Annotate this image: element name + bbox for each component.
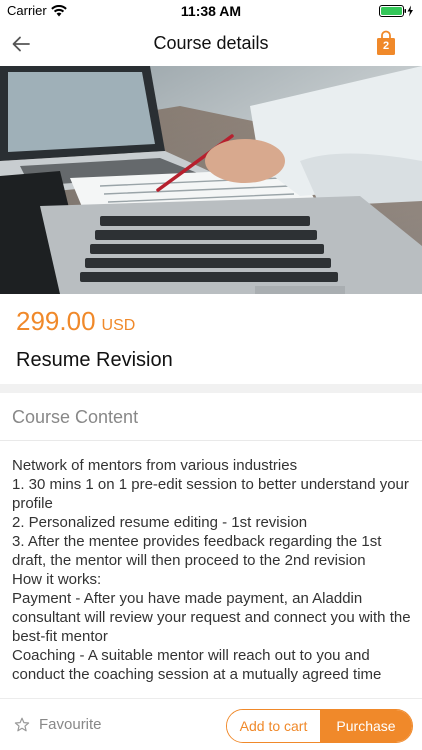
- content-line: Network of mentors from various industri…: [12, 457, 298, 474]
- section-divider: [0, 384, 422, 393]
- price-currency: USD: [101, 317, 136, 334]
- purchase-button[interactable]: Purchase: [320, 710, 412, 742]
- laptop-and-document-photo: [0, 66, 422, 294]
- content-line: 2. Personalized resume editing - 1st rev…: [12, 514, 308, 531]
- cart-count-badge: 2: [382, 40, 390, 52]
- navigation-bar: Course details 2: [0, 22, 422, 66]
- add-to-cart-button[interactable]: Add to cart: [227, 710, 320, 742]
- content-line: 3. After the mentee provides feedback re…: [12, 533, 382, 569]
- price-amount: 299.00: [16, 306, 96, 336]
- star-icon: [14, 717, 30, 731]
- battery-icon: [379, 5, 413, 17]
- bottom-action-bar: Favourite Add to cart Purchase: [0, 698, 422, 750]
- course-content-body: Network of mentors from various industri…: [12, 456, 414, 684]
- favourite-label: Favourite: [39, 716, 102, 733]
- course-title: Resume Revision: [16, 349, 173, 371]
- content-line: Payment - After you have made payment, a…: [12, 590, 411, 645]
- course-content-heading: Course Content: [12, 407, 139, 427]
- content-line: How it works:: [12, 571, 102, 588]
- status-bar: Carrier 11:38 AM: [0, 0, 422, 22]
- favourite-button[interactable]: Favourite: [14, 716, 102, 733]
- heading-divider: [0, 440, 422, 441]
- content-line: 1. 30 mins 1 on 1 pre-edit session to be…: [12, 476, 409, 512]
- price-display: 299.00 USD: [16, 306, 135, 337]
- content-line: Coaching - A suitable mentor will reach …: [12, 647, 382, 683]
- cart-button[interactable]: 2: [376, 30, 396, 56]
- clock-label: 11:38 AM: [180, 3, 242, 19]
- purchase-actions: Add to cart Purchase: [226, 709, 413, 743]
- page-title: Course details: [153, 33, 269, 53]
- course-cover-image: [0, 66, 422, 294]
